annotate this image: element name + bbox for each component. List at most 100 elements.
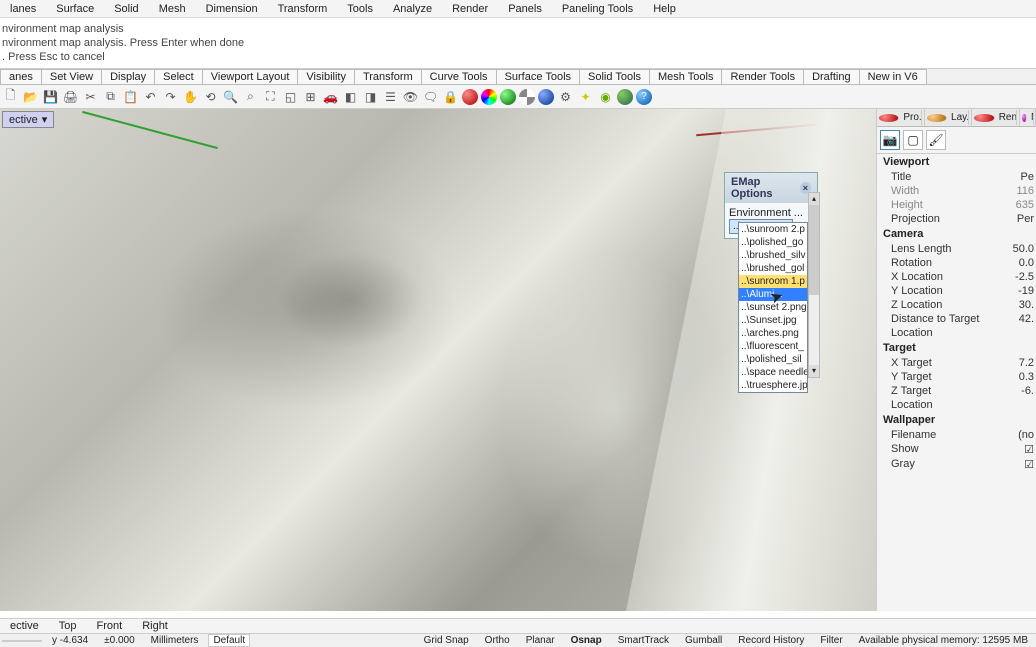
toggle-gumball[interactable]: Gumball: [677, 635, 730, 646]
emap-item[interactable]: ..\space needle: [739, 366, 807, 379]
tab-cplanes[interactable]: anes: [0, 69, 42, 84]
zoom-selected-icon[interactable]: ◱: [282, 88, 299, 105]
open-icon[interactable]: 📂: [22, 88, 39, 105]
menu-analyze[interactable]: Analyze: [383, 1, 442, 17]
render-blue-icon[interactable]: [538, 89, 554, 105]
viewport-title[interactable]: ective▾: [2, 111, 54, 128]
vtab-right[interactable]: Right: [132, 620, 178, 632]
tab-new-in-v6[interactable]: New in V6: [859, 69, 927, 84]
new-icon[interactable]: 🗋: [2, 88, 19, 105]
prop-filename-value[interactable]: (no: [1012, 429, 1036, 441]
command-area[interactable]: nvironment map analysis nvironment map a…: [0, 18, 1036, 69]
material-props-icon[interactable]: 🖌: [926, 130, 946, 150]
scroll-up-icon[interactable]: ▴: [809, 193, 819, 205]
prop-rotation-value[interactable]: 0.0: [1012, 257, 1036, 269]
car-icon[interactable]: 🚗: [322, 88, 339, 105]
viewport-props-icon[interactable]: 📷: [880, 130, 900, 150]
tab-transform[interactable]: Transform: [354, 69, 422, 84]
menu-planes[interactable]: lanes: [0, 1, 46, 17]
emap-item[interactable]: ..\sunset 2.png: [739, 301, 807, 314]
menu-render[interactable]: Render: [442, 1, 498, 17]
save-icon[interactable]: 💾: [42, 88, 59, 105]
prop-title-value[interactable]: Pe: [1012, 171, 1036, 183]
prop-yloc-value[interactable]: -19: [1012, 285, 1036, 297]
menu-tools[interactable]: Tools: [337, 1, 383, 17]
vtab-perspective[interactable]: ective: [0, 620, 49, 632]
prop-gray-checkbox[interactable]: ☑: [1012, 458, 1036, 471]
emap-item[interactable]: ..\brushed_silv: [739, 249, 807, 262]
options-icon[interactable]: ⚙: [557, 88, 574, 105]
zoom-extents-icon[interactable]: ⛶: [262, 88, 279, 105]
menu-dimension[interactable]: Dimension: [196, 1, 268, 17]
print-icon[interactable]: 🖨: [62, 88, 79, 105]
panel-tab-properties[interactable]: Pro...: [877, 109, 925, 126]
lock-icon[interactable]: 🔒: [442, 88, 459, 105]
emap-item[interactable]: ..\sunroom 1.p: [739, 275, 807, 288]
prop-location-button[interactable]: [1012, 327, 1036, 339]
show-icon[interactable]: 👁: [402, 88, 419, 105]
menu-surface[interactable]: Surface: [46, 1, 104, 17]
emap-item[interactable]: ..\Sunset.jpg: [739, 314, 807, 327]
tab-mesh-tools[interactable]: Mesh Tools: [649, 69, 722, 84]
zoom-window-icon[interactable]: ⌕: [242, 88, 259, 105]
vtab-top[interactable]: Top: [49, 620, 87, 632]
toggle-gridsnap[interactable]: Grid Snap: [416, 635, 477, 646]
panel-tab-materials[interactable]: M: [1020, 109, 1036, 126]
tab-setview[interactable]: Set View: [41, 69, 102, 84]
grasshopper-icon[interactable]: ◉: [597, 88, 614, 105]
menu-transform[interactable]: Transform: [268, 1, 338, 17]
prop-dist-value[interactable]: 42.: [1012, 313, 1036, 325]
tab-solid-tools[interactable]: Solid Tools: [579, 69, 650, 84]
dropdown-icon[interactable]: ▾: [42, 113, 48, 126]
layer-icon[interactable]: ☰: [382, 88, 399, 105]
hide-icon[interactable]: 🗨: [422, 88, 439, 105]
menu-mesh[interactable]: Mesh: [149, 1, 196, 17]
render-green-icon[interactable]: [500, 89, 516, 105]
four-view-icon[interactable]: ⊞: [302, 88, 319, 105]
emap-item[interactable]: ..\polished_sil: [739, 353, 807, 366]
render-check-icon[interactable]: [519, 89, 535, 105]
toggle-osnap[interactable]: Osnap: [563, 635, 610, 646]
render-rainbow-icon[interactable]: [481, 89, 497, 105]
prop-ytarget-value[interactable]: 0.3: [1012, 371, 1036, 383]
emap-item[interactable]: ..\fluorescent_: [739, 340, 807, 353]
rotate-icon[interactable]: ⟲: [202, 88, 219, 105]
vtab-front[interactable]: Front: [87, 620, 133, 632]
menu-help[interactable]: Help: [643, 1, 686, 17]
toggle-planar[interactable]: Planar: [518, 635, 563, 646]
tab-display[interactable]: Display: [101, 69, 155, 84]
prop-lens-value[interactable]: 50.0: [1012, 243, 1036, 255]
tab-viewport-layout[interactable]: Viewport Layout: [202, 69, 299, 84]
cplane-icon[interactable]: ◧: [342, 88, 359, 105]
prop-ztarget-value[interactable]: -6.: [1012, 385, 1036, 397]
prop-projection-value[interactable]: Per: [1012, 213, 1036, 225]
properties-icon[interactable]: ✦: [577, 88, 594, 105]
emap-item[interactable]: ..\sunroom 2.p: [739, 223, 807, 236]
pan-icon[interactable]: ✋: [182, 88, 199, 105]
tab-render-tools[interactable]: Render Tools: [721, 69, 804, 84]
cplane-named-icon[interactable]: ◨: [362, 88, 379, 105]
prop-zloc-value[interactable]: 30.: [1012, 299, 1036, 311]
tab-surface-tools[interactable]: Surface Tools: [496, 69, 580, 84]
scroll-thumb[interactable]: [809, 205, 819, 295]
menu-solid[interactable]: Solid: [104, 1, 148, 17]
scroll-down-icon[interactable]: ▾: [809, 365, 819, 377]
menu-paneling-tools[interactable]: Paneling Tools: [552, 1, 643, 17]
tab-curve-tools[interactable]: Curve Tools: [421, 69, 497, 84]
emap-item[interactable]: ..\polished_go: [739, 236, 807, 249]
redo-icon[interactable]: ↷: [162, 88, 179, 105]
emap-item-hover[interactable]: ..\Alumi...: [739, 288, 807, 301]
status-layer[interactable]: Default: [208, 634, 250, 647]
cut-icon[interactable]: ✂: [82, 88, 99, 105]
help-icon[interactable]: ?: [636, 89, 652, 105]
copy-icon[interactable]: ⧉: [102, 88, 119, 105]
prop-xloc-value[interactable]: -2.5: [1012, 271, 1036, 283]
emap-dropdown-list[interactable]: ..\sunroom 2.p ..\polished_go ..\brushed…: [738, 222, 808, 393]
prop-tlocation-button[interactable]: [1012, 399, 1036, 411]
tab-visibility[interactable]: Visibility: [297, 69, 355, 84]
tab-drafting[interactable]: Drafting: [803, 69, 860, 84]
emap-item[interactable]: ..\arches.png: [739, 327, 807, 340]
emap-item[interactable]: ..\truesphere.jp: [739, 379, 807, 392]
toggle-ortho[interactable]: Ortho: [477, 635, 518, 646]
zoom-dynamic-icon[interactable]: 🔍: [222, 88, 239, 105]
